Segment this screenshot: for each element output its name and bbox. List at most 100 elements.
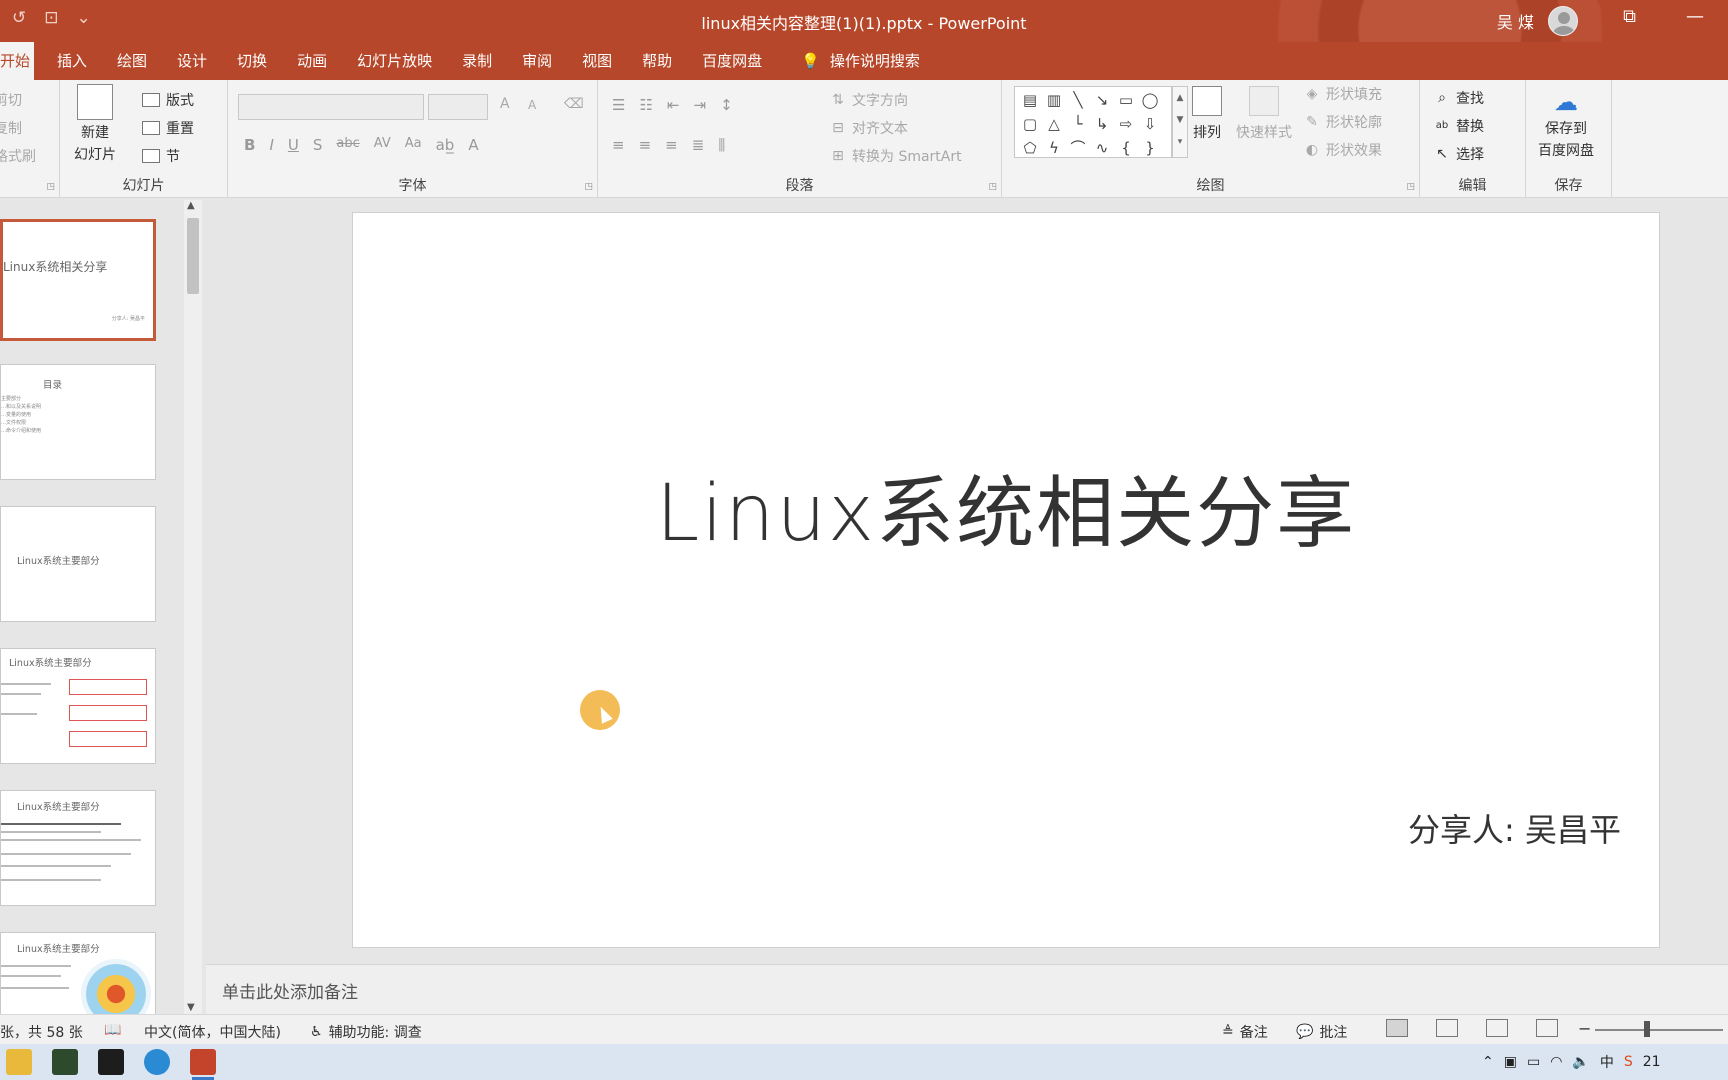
highlight-icon[interactable]: ab̲ <box>436 136 455 154</box>
avatar[interactable] <box>1548 6 1578 36</box>
scroll-thumb[interactable] <box>187 218 199 294</box>
quick-styles-button[interactable]: 快速样式 <box>1236 86 1292 142</box>
arrow-line-shape-icon[interactable]: ↘ <box>1091 89 1113 111</box>
arrange-button[interactable]: 排列 <box>1192 86 1222 142</box>
line-spacing-icon[interactable]: ↕ <box>720 96 733 114</box>
spelling-icon[interactable]: 📖 <box>104 1022 121 1038</box>
clock[interactable]: 21 <box>1643 1054 1661 1070</box>
accessibility-button[interactable]: ♿ 辅助功能: 调查 <box>310 1022 422 1042</box>
slide-thumbnail-6[interactable]: Linux系统主要部分 <box>0 932 156 1015</box>
slide-thumbnail-2[interactable]: 目录 主要部分 …和以及关系说明 …变量的使用 …文件权限 …命令介绍和使用 <box>0 364 156 480</box>
normal-view-icon[interactable] <box>1386 1019 1408 1037</box>
tab-help[interactable]: 帮助 <box>627 42 687 80</box>
terminal-icon[interactable] <box>98 1049 124 1075</box>
tab-view[interactable]: 视图 <box>567 42 627 80</box>
slide-title[interactable]: Linux系统相关分享 <box>353 451 1659 563</box>
tab-animations[interactable]: 动画 <box>282 42 342 80</box>
sogou-icon[interactable]: S <box>1624 1054 1633 1070</box>
tab-draw[interactable]: 绘图 <box>102 42 162 80</box>
left-brace-shape-icon[interactable]: { <box>1115 137 1137 159</box>
layout-button[interactable]: 版式 <box>142 90 194 110</box>
right-brace-shape-icon[interactable]: } <box>1139 137 1161 159</box>
notes-pane[interactable]: 单击此处添加备注 <box>206 964 1728 1014</box>
shrink-font-icon[interactable]: A <box>528 98 536 112</box>
rounded-rect-shape-icon[interactable]: ▢ <box>1019 113 1041 135</box>
vertical-textbox-shape-icon[interactable]: ▥ <box>1043 89 1065 111</box>
tab-record[interactable]: 录制 <box>447 42 507 80</box>
text-direction-button[interactable]: ⇅ 文字方向 <box>830 90 908 110</box>
bullets-icon[interactable]: ☰ <box>612 96 625 114</box>
save-to-baidu-button[interactable]: ☁ 保存到 百度网盘 <box>1538 88 1594 160</box>
edge-browser-icon[interactable] <box>144 1049 170 1075</box>
smartart-button[interactable]: ⊞ 转换为 SmartArt <box>830 146 962 166</box>
columns-icon[interactable]: ⫼ <box>718 136 725 154</box>
file-explorer-icon[interactable] <box>6 1049 32 1075</box>
strikethrough-button[interactable]: abc <box>336 136 359 154</box>
tab-baidu[interactable]: 百度网盘 <box>687 42 777 80</box>
font-name-combo[interactable] <box>238 94 424 120</box>
freeform-shape-icon[interactable]: ⬠ <box>1019 137 1041 159</box>
language-indicator[interactable]: 中文(简体，中国大陆) <box>144 1022 281 1042</box>
triangle-shape-icon[interactable]: △ <box>1043 113 1065 135</box>
numbering-icon[interactable]: ☷ <box>639 96 652 114</box>
bold-button[interactable]: B <box>244 136 255 154</box>
font-size-combo[interactable] <box>428 94 488 120</box>
shadow-button[interactable]: S <box>313 136 323 154</box>
justify-icon[interactable]: ≣ <box>692 136 705 154</box>
zoom-out-button[interactable]: − <box>1578 1019 1591 1038</box>
new-slide-button[interactable]: 新建 幻灯片 <box>74 84 116 164</box>
shape-fill-button[interactable]: ◈ 形状填充 <box>1304 84 1382 104</box>
clear-formatting-icon[interactable]: ⌫ <box>564 96 584 112</box>
scroll-up-icon[interactable]: ▲ <box>187 200 195 211</box>
align-text-button[interactable]: ⊟ 对齐文本 <box>830 118 908 138</box>
account-area[interactable]: 吴 煤 <box>1497 6 1578 36</box>
wifi-icon[interactable]: ◠ <box>1550 1054 1562 1070</box>
slide-thumbnail-5[interactable]: Linux系统主要部分 <box>0 790 156 906</box>
clipboard-launcher-icon[interactable]: ◳ <box>46 182 55 192</box>
rectangle-shape-icon[interactable]: ▭ <box>1115 89 1137 111</box>
select-button[interactable]: ↖ 选择 <box>1434 144 1484 164</box>
increase-indent-icon[interactable]: ⇥ <box>693 96 706 114</box>
tab-design[interactable]: 设计 <box>162 42 222 80</box>
drawing-launcher-icon[interactable]: ◳ <box>1406 182 1415 192</box>
shapes-gallery[interactable]: ▤ ▥ ╲ ↘ ▭ ◯ ▢ △ └ ↳ ⇨ ⇩ ⬠ ϟ ⌒ ∿ { } <box>1014 86 1172 158</box>
tab-transitions[interactable]: 切换 <box>222 42 282 80</box>
oval-shape-icon[interactable]: ◯ <box>1139 89 1161 111</box>
align-right-icon[interactable]: ≡ <box>665 136 678 154</box>
zoom-slider-thumb[interactable] <box>1644 1021 1650 1037</box>
italic-button[interactable]: I <box>269 136 273 154</box>
shape-outline-button[interactable]: ✎ 形状轮廓 <box>1304 112 1382 132</box>
arc-shape-icon[interactable]: ⌒ <box>1067 137 1089 159</box>
ime-icon[interactable]: 中 <box>1600 1052 1614 1072</box>
ribbon-display-options-icon[interactable]: ⧉ <box>1623 6 1636 27</box>
find-button[interactable]: ⌕ 查找 <box>1434 88 1484 108</box>
replace-button[interactable]: ab 替换 <box>1434 116 1484 136</box>
textbox-shape-icon[interactable]: ▤ <box>1019 89 1041 111</box>
underline-button[interactable]: U <box>288 136 299 154</box>
chevron-up-icon[interactable]: ⌃ <box>1482 1054 1494 1070</box>
line-shape-icon[interactable]: ╲ <box>1067 89 1089 111</box>
shape-effects-button[interactable]: ◐ 形状效果 <box>1304 140 1382 160</box>
scroll-down-icon[interactable]: ▼ <box>187 1002 195 1013</box>
slide-thumbnail-1[interactable]: Linux系统相关分享 分享人: 吴昌平 <box>0 219 156 341</box>
grow-font-icon[interactable]: A <box>500 96 510 112</box>
notes-app-icon[interactable] <box>52 1049 78 1075</box>
notes-button[interactable]: ≜ 备注 <box>1222 1022 1268 1042</box>
font-launcher-icon[interactable]: ◳ <box>584 182 593 192</box>
font-color-button[interactable]: A <box>468 136 478 154</box>
slide-sorter-view-icon[interactable] <box>1436 1019 1458 1037</box>
paragraph-launcher-icon[interactable]: ◳ <box>988 182 997 192</box>
slide-thumbnail-4[interactable]: Linux系统主要部分 <box>0 648 156 764</box>
format-painter-button[interactable]: 格式刷 <box>0 146 36 166</box>
comments-button[interactable]: 💬 批注 <box>1296 1022 1347 1042</box>
section-button[interactable]: 节 <box>142 146 180 166</box>
tab-review[interactable]: 审阅 <box>507 42 567 80</box>
shapes-scroll[interactable]: ▲ ▼ ▾ <box>1172 86 1188 158</box>
slideshow-view-icon[interactable] <box>1536 1019 1558 1037</box>
copy-button[interactable]: 复制 <box>0 118 22 138</box>
slide-canvas[interactable]: Linux系统相关分享 分享人: 吴昌平 <box>352 212 1660 948</box>
cut-button[interactable]: 剪切 <box>0 90 22 110</box>
battery-icon[interactable]: ▭ <box>1527 1054 1540 1070</box>
change-case-button[interactable]: Aa <box>405 136 422 154</box>
tab-insert[interactable]: 插入 <box>42 42 102 80</box>
